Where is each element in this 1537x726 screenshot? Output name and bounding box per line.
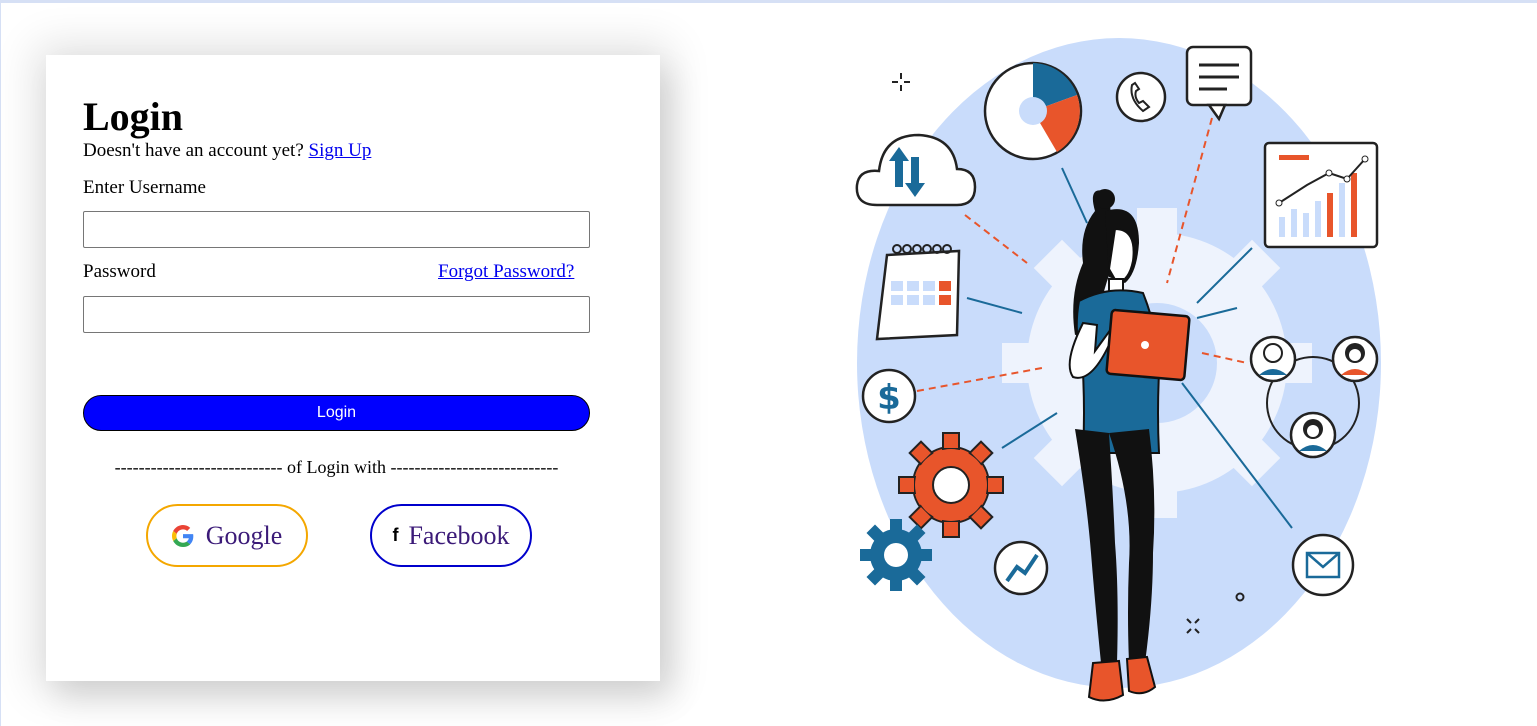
page-title: Login xyxy=(83,94,184,139)
login-button[interactable]: Login xyxy=(83,395,590,431)
password-label: Password xyxy=(83,261,156,282)
username-label: Enter Username xyxy=(83,177,206,198)
forgot-password-link[interactable]: Forgot Password? xyxy=(438,261,574,283)
bar-chart-icon xyxy=(1263,141,1379,249)
google-icon xyxy=(171,524,194,547)
dollar-icon: $ xyxy=(861,368,917,424)
small-gear-icon xyxy=(860,519,932,591)
facebook-icon: f xyxy=(392,525,399,545)
pie-chart-icon xyxy=(983,61,1083,161)
signup-link[interactable]: Sign Up xyxy=(309,140,372,161)
facebook-login-button[interactable]: f Facebook xyxy=(370,504,532,567)
signup-prompt-text: Doesn't have an account yet? xyxy=(83,140,304,161)
hero-illustration: $ xyxy=(855,38,1381,702)
google-label: Google xyxy=(205,520,283,550)
phone-icon xyxy=(1115,71,1167,123)
password-input[interactable] xyxy=(83,296,590,333)
google-login-button[interactable]: Google xyxy=(146,504,308,567)
signup-prompt: Doesn't have an account yet? Sign Up xyxy=(83,140,371,162)
login-card: Login Doesn't have an account yet? Sign … xyxy=(46,55,660,681)
facebook-label: Facebook xyxy=(408,520,510,550)
svg-text:$: $ xyxy=(877,378,901,418)
gear-icon xyxy=(898,432,1004,538)
social-divider: ---------------------------- of Login wi… xyxy=(114,457,559,477)
username-input[interactable] xyxy=(83,211,590,248)
calendar-icon xyxy=(875,244,961,341)
mail-icon xyxy=(1291,533,1355,597)
login-page: Login Doesn't have an account yet? Sign … xyxy=(0,0,1537,726)
trend-icon xyxy=(993,540,1049,596)
